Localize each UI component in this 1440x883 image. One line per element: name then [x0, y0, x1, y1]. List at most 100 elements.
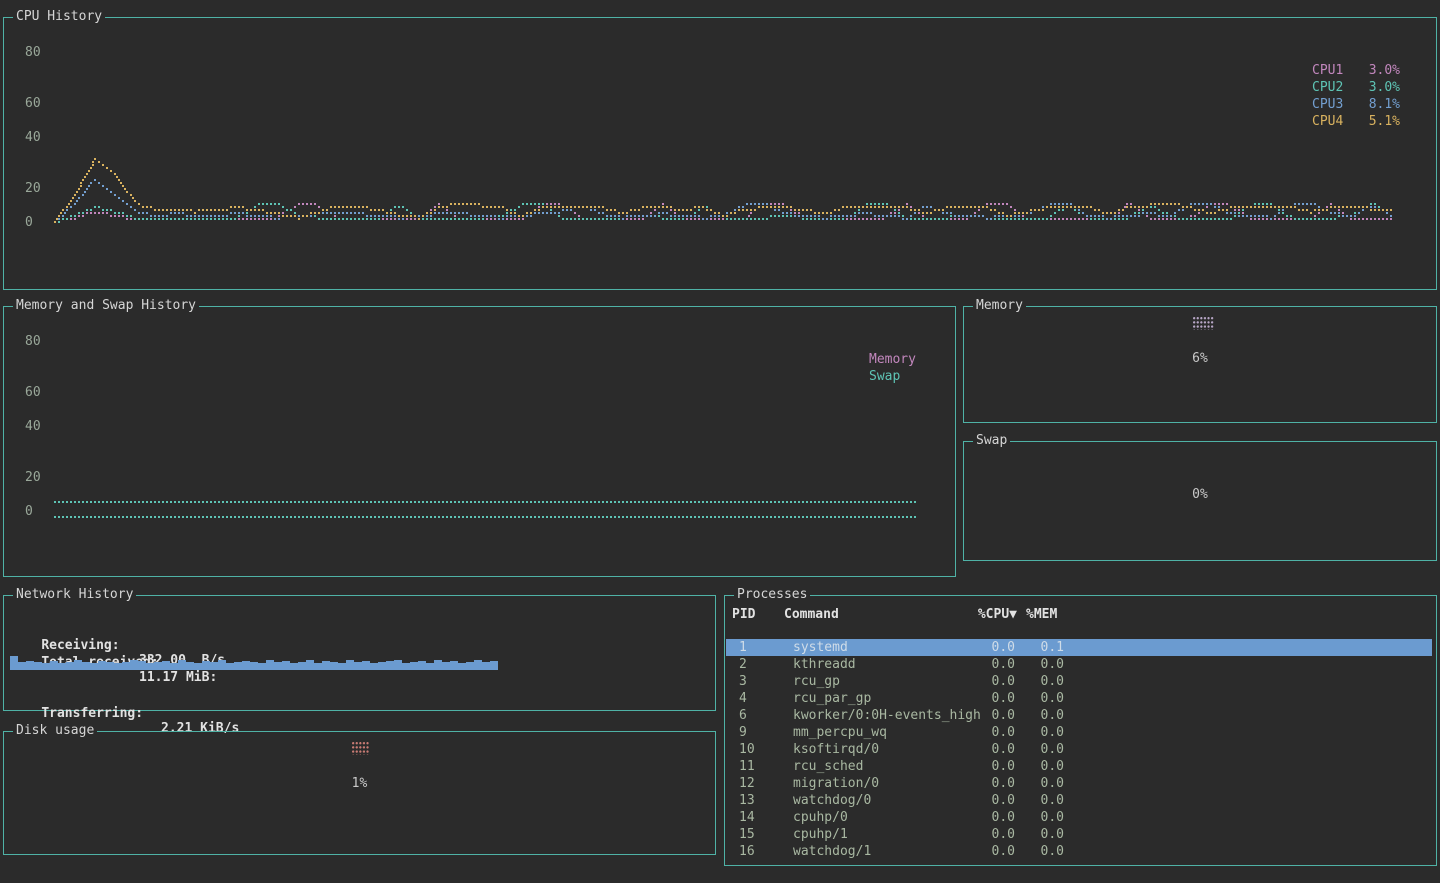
cpu-history-chart — [54, 44, 1394, 259]
process-cpu-percent: 0.0 — [973, 639, 1015, 656]
panel-title: Memory and Swap History — [13, 298, 199, 314]
process-pid: 16 — [739, 843, 755, 860]
process-cpu-percent: 0.0 — [973, 707, 1015, 724]
table-row[interactable]: 3 rcu_gp 0.0 0.0 — [726, 673, 1432, 690]
process-pid: 1 — [739, 639, 747, 656]
table-row[interactable]: 13 watchdog/0 0.0 0.0 — [726, 792, 1432, 809]
process-pid: 12 — [739, 775, 755, 792]
y-axis-label: 60 — [25, 96, 41, 111]
process-mem-percent: 0.0 — [1022, 809, 1064, 826]
table-row[interactable]: 11rcu_sched0.00.0 — [726, 758, 1432, 775]
panel-title: Network History — [13, 587, 136, 603]
process-mem-percent: 0.0 — [1022, 656, 1064, 673]
system-monitor-app: { "colors": { "background": "#2b2b2b", "… — [0, 0, 1440, 883]
panel-title: Memory — [973, 298, 1026, 314]
process-mem-percent: 0.0 — [1022, 707, 1064, 724]
process-mem-percent: 0.0 — [1022, 724, 1064, 741]
process-pid: 6 — [739, 707, 747, 724]
process-mem-percent: 0.0 — [1022, 826, 1064, 843]
process-cpu-percent: 0.0 — [973, 758, 1015, 775]
process-mem-percent: 0.0 — [1022, 741, 1064, 758]
process-cpu-percent: 0.0 — [973, 741, 1015, 758]
process-mem-percent: 0.0 — [1022, 690, 1064, 707]
cpu-history-panel: CPU History 80 60 40 20 0 CPU13.0% CPU23… — [3, 17, 1437, 290]
legend-entry-cpu4: CPU45.1% — [1312, 113, 1400, 130]
memory-swap-history-panel: Memory and Swap History 80 60 40 20 0 Me… — [3, 306, 956, 577]
column-header-pid[interactable]: PID — [732, 606, 755, 623]
y-axis-label: 40 — [25, 130, 41, 145]
process-cpu-percent: 0.0 — [973, 792, 1015, 809]
total-received-value: 11.17 MiB: — [139, 670, 217, 685]
network-history-panel: Network History Receiving: 332.00 B/s To… — [3, 595, 716, 711]
process-cpu-percent: 0.0 — [973, 690, 1015, 707]
table-row[interactable]: 4 rcu_par_gp 0.0 0.0 — [726, 690, 1432, 707]
legend-entry-cpu2: CPU23.0% — [1312, 79, 1400, 96]
memory-gauge-panel: Memory 6% — [963, 306, 1437, 423]
table-row[interactable]: 1 systemd 0.0 0.1 — [726, 639, 1432, 656]
process-command: cpuhp/1 — [793, 826, 848, 843]
process-table-header: PID Command %CPU▼ %MEM — [726, 606, 1432, 623]
y-axis-label: 80 — [25, 45, 41, 60]
table-row[interactable]: 12migration/00.00.0 — [726, 775, 1432, 792]
column-header-mem[interactable]: %MEM — [1026, 606, 1064, 623]
process-command: cpuhp/0 — [793, 809, 848, 826]
memory-gauge-dots-icon — [1193, 317, 1214, 330]
network-receiving-sparkline — [10, 655, 498, 670]
y-axis-label: 0 — [25, 504, 33, 519]
table-row[interactable]: 16watchdog/10.00.0 — [726, 843, 1432, 860]
y-axis-label: 80 — [25, 334, 41, 349]
memory-swap-legend: Memory Swap — [869, 351, 916, 385]
transferring-label: Transferring: — [41, 706, 143, 721]
legend-entry-memory: Memory — [869, 351, 916, 368]
process-cpu-percent: 0.0 — [973, 673, 1015, 690]
process-mem-percent: 0.0 — [1022, 843, 1064, 860]
process-cpu-percent: 0.0 — [973, 843, 1015, 860]
process-pid: 14 — [739, 809, 755, 826]
process-pid: 2 — [739, 656, 747, 673]
process-command: ksoftirqd/0 — [793, 741, 879, 758]
disk-usage-dots-icon — [352, 742, 370, 755]
y-axis-label: 0 — [25, 215, 33, 230]
legend-entry-cpu1: CPU13.0% — [1312, 62, 1400, 79]
table-row[interactable]: 6kworker/0:0H-events_high0.00.0 — [726, 707, 1432, 724]
y-axis-label: 60 — [25, 385, 41, 400]
swap-gauge-panel: Swap 0% — [963, 441, 1437, 561]
process-command: rcu_sched — [793, 758, 863, 775]
memory-usage-value: 6% — [964, 351, 1436, 366]
panel-title: Disk usage — [13, 723, 97, 739]
table-row[interactable]: 14 cpuhp/0 0.0 0.0 — [726, 809, 1432, 826]
column-header-command[interactable]: Command — [784, 606, 839, 623]
cpu-legend: CPU13.0% CPU23.0% CPU38.1% CPU45.1% — [1312, 62, 1400, 130]
process-cpu-percent: 0.0 — [973, 809, 1015, 826]
memory-swap-history-chart — [54, 333, 919, 553]
panel-title: Processes — [734, 587, 810, 603]
process-command: watchdog/0 — [793, 792, 871, 809]
table-row[interactable]: 9mm_percpu_wq0.00.0 — [726, 724, 1432, 741]
process-command: rcu_gp — [793, 673, 840, 690]
process-pid: 3 — [739, 673, 747, 690]
table-row[interactable]: 10ksoftirqd/00.00.0 — [726, 741, 1432, 758]
panel-title: CPU History — [13, 9, 105, 25]
process-mem-percent: 0.0 — [1022, 775, 1064, 792]
table-row[interactable]: 2kthreadd0.00.0 — [726, 656, 1432, 673]
column-header-cpu-sort[interactable]: %CPU▼ — [973, 606, 1017, 623]
process-cpu-percent: 0.0 — [973, 724, 1015, 741]
panel-title: Swap — [973, 433, 1010, 449]
disk-usage-panel: Disk usage 1% — [3, 731, 716, 855]
process-command: mm_percpu_wq — [793, 724, 887, 741]
process-mem-percent: 0.0 — [1022, 792, 1064, 809]
process-pid: 15 — [739, 826, 755, 843]
process-cpu-percent: 0.0 — [973, 826, 1015, 843]
process-mem-percent: 0.1 — [1022, 639, 1064, 656]
table-row[interactable]: 15 cpuhp/1 0.0 0.0 — [726, 826, 1432, 843]
process-command: systemd — [793, 639, 848, 656]
process-pid: 13 — [739, 792, 755, 809]
swap-usage-value: 0% — [964, 487, 1436, 502]
process-cpu-percent: 0.0 — [973, 775, 1015, 792]
process-mem-percent: 0.0 — [1022, 673, 1064, 690]
y-axis-label: 20 — [25, 181, 41, 196]
process-command: rcu_par_gp — [793, 690, 871, 707]
y-axis-label: 40 — [25, 419, 41, 434]
process-pid: 4 — [739, 690, 747, 707]
legend-entry-swap: Swap — [869, 368, 916, 385]
